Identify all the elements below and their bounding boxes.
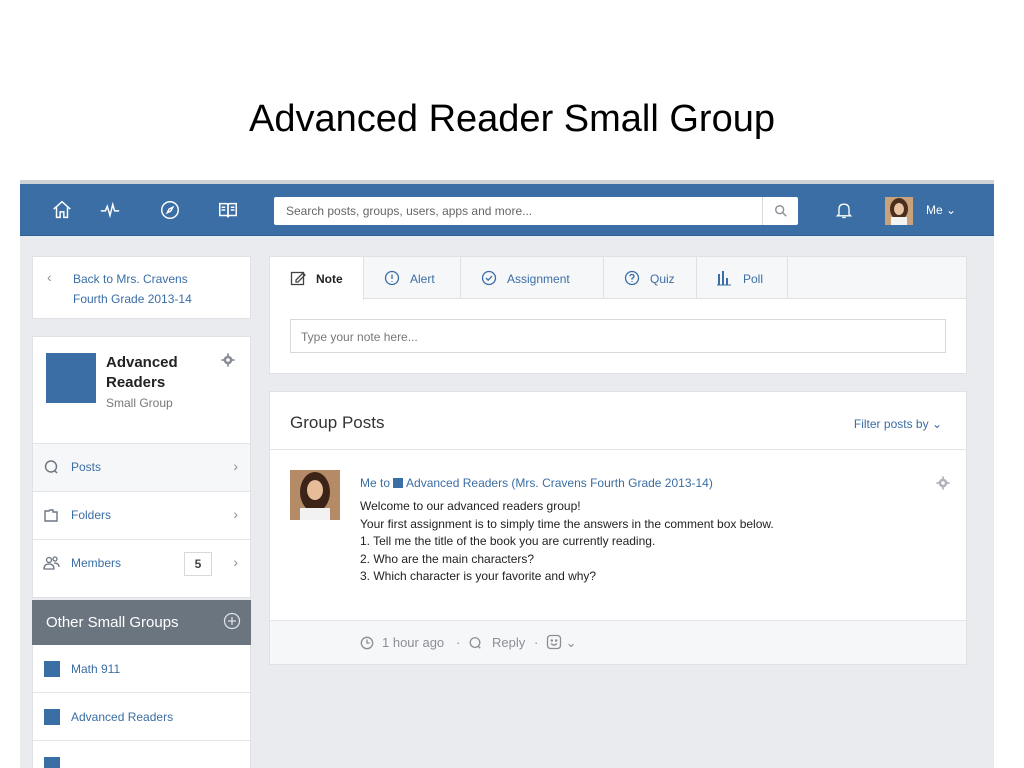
chevron-right-icon: › xyxy=(233,506,238,522)
note-icon xyxy=(290,271,306,286)
other-group-item[interactable]: Advanced Readers xyxy=(33,693,250,741)
notifications-button[interactable] xyxy=(828,184,860,236)
tab-note[interactable]: Note xyxy=(270,257,364,300)
speech-bubble-icon xyxy=(44,460,58,474)
question-icon xyxy=(624,270,640,286)
gear-icon xyxy=(221,353,235,367)
composer-tabs: Note Alert Assignment Quiz Poll xyxy=(270,257,966,300)
user-avatar[interactable] xyxy=(885,197,913,225)
group-settings-button[interactable] xyxy=(221,353,235,372)
post-composer: Note Alert Assignment Quiz Poll Type you… xyxy=(269,256,967,374)
user-menu[interactable]: Me ⌄ xyxy=(926,203,956,217)
top-nav: Search posts, groups, users, apps and mo… xyxy=(20,184,994,236)
catalog-icon[interactable] xyxy=(204,184,252,236)
back-link-line2: Fourth Grade 2013-14 xyxy=(73,292,192,306)
check-circle-icon xyxy=(481,270,497,286)
chevron-down-icon: ⌄ xyxy=(931,417,942,431)
group-card: Advanced Readers Small Group Posts › Fol… xyxy=(32,336,251,598)
post-timestamp: 1 hour ago xyxy=(382,635,445,650)
post-footer: 1 hour ago · Reply · ⌄ xyxy=(270,620,966,664)
group-color-square xyxy=(44,757,60,768)
group-name: Advanced Readers xyxy=(106,354,178,391)
gear-icon xyxy=(936,476,950,490)
tab-assignment[interactable]: Assignment xyxy=(461,257,604,299)
activity-icon[interactable] xyxy=(86,184,134,236)
chevron-down-icon: ⌄ xyxy=(946,203,957,217)
other-groups-list: Math 911 Advanced Readers xyxy=(32,645,251,768)
search-input[interactable]: Search posts, groups, users, apps and mo… xyxy=(286,204,532,218)
group-type: Small Group xyxy=(106,396,173,410)
app-screenshot: Search posts, groups, users, apps and mo… xyxy=(20,180,994,768)
chevron-right-icon: › xyxy=(233,554,238,570)
group-color-square xyxy=(44,709,60,725)
reply-button[interactable]: Reply xyxy=(492,635,525,650)
reaction-button[interactable]: ⌄ xyxy=(546,634,577,653)
post-author-avatar[interactable] xyxy=(290,470,340,520)
group-thumbnail xyxy=(46,353,96,403)
post-settings-button[interactable] xyxy=(936,476,950,495)
sidebar-item-members[interactable]: Members 5 › xyxy=(33,539,250,587)
back-link[interactable]: ‹ Back to Mrs. Cravens Fourth Grade 2013… xyxy=(32,256,251,319)
tab-poll[interactable]: Poll xyxy=(697,257,788,299)
filter-posts-dropdown[interactable]: Filter posts by ⌄ xyxy=(854,417,942,431)
members-count-badge: 5 xyxy=(184,552,212,576)
home-icon[interactable] xyxy=(38,184,86,236)
post-author-link[interactable]: Me xyxy=(360,476,377,490)
search-bar[interactable]: Search posts, groups, users, apps and mo… xyxy=(274,197,798,225)
clock-icon xyxy=(360,636,374,650)
post-header: Me to Advanced Readers (Mrs. Cravens Four… xyxy=(360,476,713,490)
chevron-right-icon: › xyxy=(233,458,238,474)
smiley-icon xyxy=(546,634,562,650)
separator-dot: · xyxy=(456,635,461,650)
group-color-square xyxy=(44,661,60,677)
other-groups-title: Other Small Groups xyxy=(46,614,179,631)
group-posts-header: Group Posts Filter posts by ⌄ xyxy=(270,392,966,450)
plus-circle-icon xyxy=(223,612,241,630)
sidebar-item-folders[interactable]: Folders › xyxy=(33,491,250,539)
slide-title: Advanced Reader Small Group xyxy=(249,98,775,140)
other-group-item[interactable] xyxy=(33,741,250,768)
separator-dot: · xyxy=(534,635,539,650)
bell-icon xyxy=(835,203,853,219)
chevron-left-icon: ‹ xyxy=(47,269,52,285)
folder-icon xyxy=(44,509,58,522)
chevron-down-icon: ⌄ xyxy=(565,635,577,650)
group-color-square xyxy=(393,478,404,488)
alert-icon xyxy=(384,270,400,286)
members-icon xyxy=(43,556,60,570)
post-to-label: to xyxy=(380,476,391,490)
note-input[interactable]: Type your note here... xyxy=(290,319,946,353)
tab-quiz[interactable]: Quiz xyxy=(604,257,697,299)
post-group-link[interactable]: Advanced Readers (Mrs. Cravens Fourth Gr… xyxy=(406,476,713,490)
other-group-item[interactable]: Math 911 xyxy=(33,645,250,693)
other-groups-header: Other Small Groups xyxy=(32,600,251,645)
group-posts-title: Group Posts xyxy=(290,413,385,432)
tab-alert[interactable]: Alert xyxy=(364,257,461,299)
post-body: Welcome to our advanced readers group! Y… xyxy=(360,499,774,583)
search-icon xyxy=(774,205,787,217)
back-link-line1: Back to Mrs. Cravens xyxy=(73,272,188,286)
poll-icon xyxy=(717,271,731,286)
reply-icon xyxy=(469,637,481,649)
sidebar-item-posts[interactable]: Posts › xyxy=(33,443,250,491)
search-button[interactable] xyxy=(762,197,798,225)
group-posts-panel: Group Posts Filter posts by ⌄ Me to Advan… xyxy=(269,391,967,665)
add-group-button[interactable] xyxy=(223,612,241,635)
discover-icon[interactable] xyxy=(146,184,194,236)
